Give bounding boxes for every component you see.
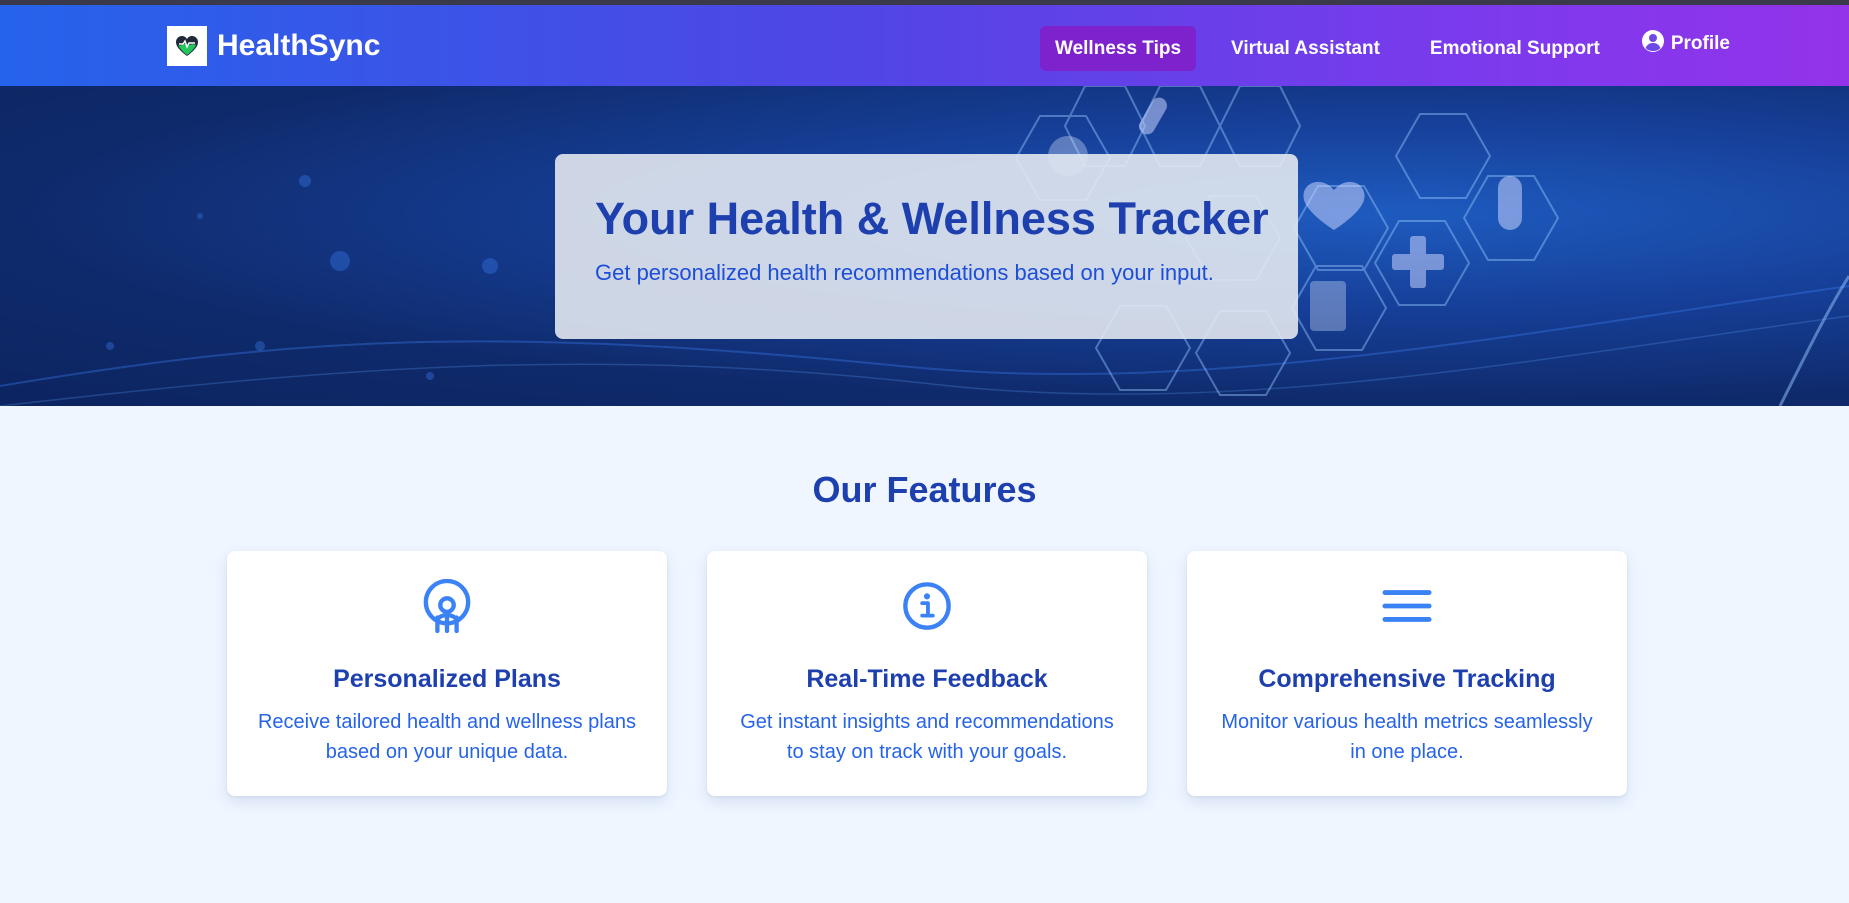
hero-card: Your Health & Wellness Tracker Get perso…: [555, 154, 1298, 339]
features-title: Our Features: [812, 469, 1037, 510]
hero-subtitle: Get personalized health recommendations …: [595, 260, 1214, 285]
feature-card-comprehensive-tracking: Comprehensive Tracking Monitor various h…: [1187, 551, 1627, 796]
feature-card-personalized-plans: Personalized Plans Receive tailored heal…: [227, 551, 667, 796]
feature-description: Monitor various health metrics seamlessl…: [1221, 711, 1593, 763]
brand[interactable]: HealthSync: [167, 26, 380, 66]
menu-lines-icon: [1382, 578, 1432, 634]
feature-title: Comprehensive Tracking: [1258, 665, 1556, 693]
navbar: HealthSync Wellness Tips Virtual Assista…: [0, 5, 1849, 86]
feature-description: Get instant insights and recommendations…: [740, 711, 1114, 763]
feature-description: Receive tailored health and wellness pla…: [257, 711, 636, 763]
user-circle-icon: [1641, 29, 1665, 59]
target-person-icon: [422, 578, 472, 634]
nav-item-virtual-assistant[interactable]: Virtual Assistant: [1216, 26, 1395, 71]
feature-title: Real-Time Feedback: [806, 665, 1048, 693]
brand-name: HealthSync: [217, 29, 381, 62]
heart-logo-icon: [167, 26, 207, 66]
nav-item-profile[interactable]: Profile: [1635, 21, 1736, 66]
feature-title: Personalized Plans: [333, 665, 561, 693]
hero-title: Your Health & Wellness Tracker: [595, 193, 1269, 244]
info-circle-icon: [902, 578, 952, 634]
hero-banner: Your Health & Wellness Tracker Get perso…: [0, 86, 1849, 406]
nav-item-emotional-support[interactable]: Emotional Support: [1415, 26, 1615, 71]
nav-item-wellness-tips[interactable]: Wellness Tips: [1040, 26, 1197, 71]
profile-label: Profile: [1670, 32, 1730, 54]
nav-links: Wellness Tips Virtual Assistant Emotiona…: [1040, 26, 1736, 71]
feature-card-real-time-feedback: Real-Time Feedback Get instant insights …: [707, 551, 1147, 796]
